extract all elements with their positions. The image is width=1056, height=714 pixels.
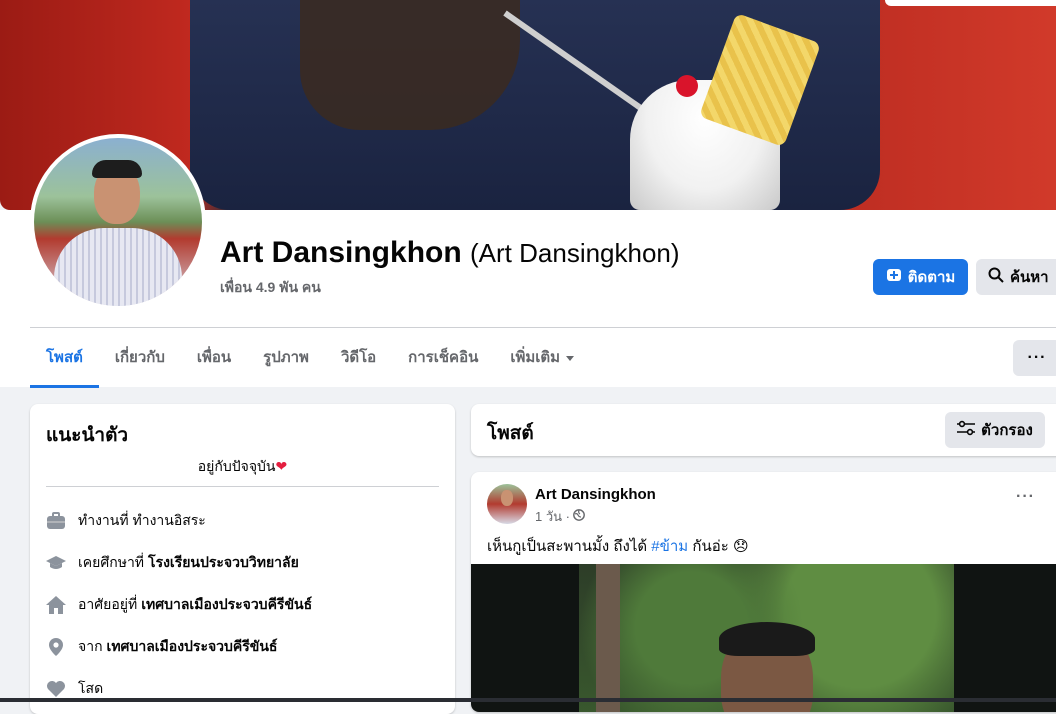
profile-avatar[interactable] bbox=[30, 134, 206, 310]
photo-trunk bbox=[596, 564, 620, 712]
relationship-text: โสด bbox=[78, 680, 104, 696]
graduation-cap-icon bbox=[46, 553, 66, 573]
post-text: เห็นกูเป็นสะพานมั้ง ถึงได้ #ข้าม กันอ่ะ … bbox=[487, 534, 749, 558]
intro-title: แนะนำตัว bbox=[46, 425, 129, 446]
posts-header-card: โพสต์ ตัวกรอง bbox=[471, 404, 1056, 456]
filter-icon bbox=[957, 420, 976, 440]
from-link[interactable]: เทศบาลเมืองประจวบคีรีขันธ์ bbox=[107, 636, 278, 658]
more-options-button[interactable]: ··· bbox=[1013, 340, 1056, 376]
work-text: ทำงานที่ ทำงานอิสระ bbox=[78, 512, 206, 528]
tab-checkins[interactable]: การเช็คอิน bbox=[392, 330, 494, 386]
profile-name: Art Dansingkhon (Art Dansingkhon) bbox=[220, 236, 680, 270]
follow-icon bbox=[886, 267, 902, 287]
post-avatar[interactable] bbox=[487, 484, 527, 524]
profile-alt-name: (Art Dansingkhon) bbox=[470, 238, 680, 268]
briefcase-icon bbox=[46, 511, 66, 531]
intro-bio: อยู่กับปัจจุบัน❤ bbox=[30, 456, 455, 478]
avatar-hair bbox=[92, 160, 142, 178]
post-time[interactable]: 1 วัน · bbox=[535, 506, 570, 527]
post-photo[interactable] bbox=[471, 564, 1056, 712]
profile-tabs: โพสต์ เกี่ยวกับ เพื่อน รูปภาพ วิดีโอ การ… bbox=[30, 330, 590, 388]
heart-icon bbox=[46, 679, 66, 699]
intro-item-lives: อาศัยอยู่ที่ เทศบาลเมืองประจวบคีรีขันธ์ bbox=[46, 594, 312, 616]
follow-button[interactable]: ติดตาม bbox=[873, 259, 968, 295]
post-author[interactable]: Art Dansingkhon bbox=[535, 486, 656, 503]
from-prefix: จาก bbox=[78, 638, 103, 654]
cover-cherry bbox=[676, 75, 698, 97]
post-text-after: กันอ่ะ 😞 bbox=[688, 538, 749, 555]
education-prefix: เคยศึกษาที่ bbox=[78, 554, 145, 570]
taskbar-edge bbox=[0, 698, 1056, 702]
home-icon bbox=[46, 595, 66, 615]
bio-text: อยู่กับปัจจุบัน bbox=[197, 458, 276, 474]
intro-item-education: เคยศึกษาที่ โรงเรียนประจวบวิทยาลัย bbox=[46, 552, 299, 574]
tab-more[interactable]: เพิ่มเติม bbox=[494, 330, 590, 386]
filter-label: ตัวกรอง bbox=[981, 422, 1033, 439]
header-divider bbox=[30, 327, 1056, 328]
heart-emoji-icon: ❤ bbox=[275, 458, 288, 474]
profile-name-text: Art Dansingkhon bbox=[220, 236, 462, 269]
tab-friends[interactable]: เพื่อน bbox=[181, 330, 247, 386]
search-button[interactable]: ค้นหา bbox=[976, 259, 1056, 295]
education-link[interactable]: โรงเรียนประจวบวิทยาลัย bbox=[148, 552, 299, 574]
post-card: Art Dansingkhon 1 วัน · ··· เห็นกูเป็นสะ… bbox=[471, 472, 1056, 712]
intro-item-from: จาก เทศบาลเมืองประจวบคีรีขันธ์ bbox=[46, 636, 277, 658]
friends-count[interactable]: เพื่อน 4.9 พัน คน bbox=[220, 277, 321, 299]
filter-button[interactable]: ตัวกรอง bbox=[945, 412, 1045, 448]
follow-label: ติดตาม bbox=[907, 269, 956, 286]
intro-card: แนะนำตัว อยู่กับปัจจุบัน❤ ทำงานที่ ทำงาน… bbox=[30, 404, 455, 714]
avatar-photo bbox=[34, 138, 202, 306]
intro-divider bbox=[46, 486, 439, 487]
tab-about[interactable]: เกี่ยวกับ bbox=[99, 330, 181, 386]
lives-prefix: อาศัยอยู่ที่ bbox=[78, 596, 138, 612]
intro-item-relationship: โสด bbox=[46, 678, 103, 700]
tab-videos[interactable]: วิดีโอ bbox=[325, 330, 392, 386]
lives-link[interactable]: เทศบาลเมืองประจวบคีรีขันธ์ bbox=[141, 594, 312, 616]
top-strip bbox=[885, 0, 1056, 6]
posts-title: โพสต์ bbox=[487, 423, 534, 444]
tab-posts[interactable]: โพสต์ bbox=[30, 330, 99, 388]
search-icon bbox=[988, 267, 1004, 287]
post-meta: 1 วัน · bbox=[535, 506, 585, 527]
location-pin-icon bbox=[46, 637, 66, 657]
tab-photos[interactable]: รูปภาพ bbox=[247, 330, 325, 386]
post-more-button[interactable]: ··· bbox=[1016, 488, 1035, 506]
avatar-shirt bbox=[54, 228, 182, 306]
tab-more-label: เพิ่มเติม bbox=[510, 349, 561, 366]
search-label: ค้นหา bbox=[1010, 269, 1049, 286]
intro-item-work: ทำงานที่ ทำงานอิสระ bbox=[46, 510, 206, 532]
post-hashtag[interactable]: #ข้าม bbox=[651, 538, 688, 555]
post-text-before: เห็นกูเป็นสะพานมั้ง ถึงได้ bbox=[487, 538, 652, 555]
chevron-down-icon bbox=[566, 355, 575, 361]
globe-icon bbox=[573, 509, 585, 524]
